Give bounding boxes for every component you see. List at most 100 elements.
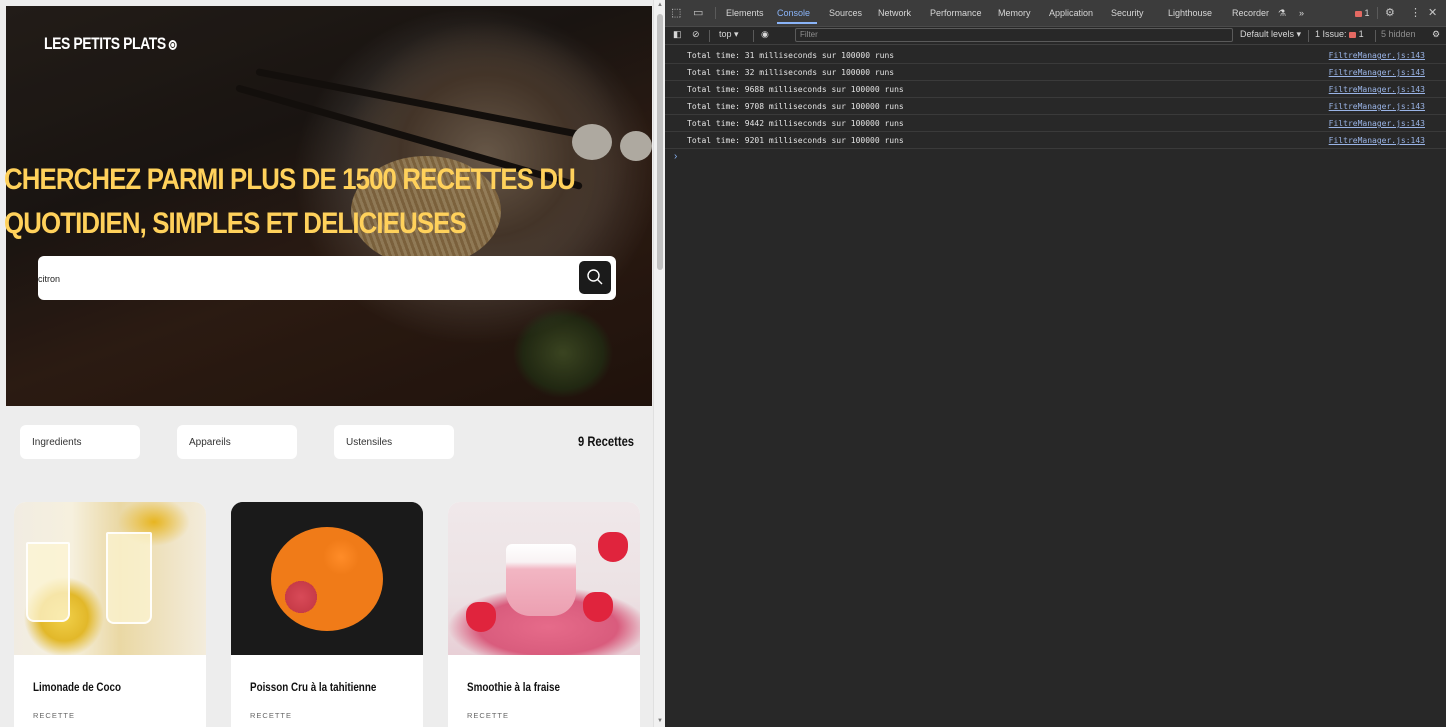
divider [753, 30, 754, 42]
context-selector[interactable]: top ▾ [719, 29, 739, 40]
devtools-panel: ⬚ ▭ Elements Console Sources Network Per… [665, 0, 1446, 727]
issues-label: 1 Issue: [1315, 29, 1347, 39]
source-link[interactable]: FiltreManager.js:143 [1329, 85, 1425, 94]
source-link[interactable]: FiltreManager.js:143 [1329, 102, 1425, 111]
more-tabs-button[interactable]: » [1299, 8, 1304, 18]
divider [1308, 30, 1309, 42]
error-counter[interactable]: 1 [1355, 8, 1370, 18]
divider [1377, 7, 1378, 19]
logo-mark-icon [169, 39, 178, 50]
console-message: Total time: 32 milliseconds sur 100000 r… [665, 64, 1446, 81]
device-toolbar-icon[interactable]: ▭ [693, 6, 703, 19]
console-log: Total time: 31 milliseconds sur 100000 r… [665, 47, 1446, 149]
source-link[interactable]: FiltreManager.js:143 [1329, 136, 1425, 145]
filter-appareils[interactable]: Appareils [177, 425, 297, 459]
recipe-image [448, 502, 640, 655]
hero-headline: CHERCHEZ PARMI PLUS DE 1500 RECETTES DU … [4, 163, 576, 240]
tab-security[interactable]: Security [1111, 8, 1144, 18]
clear-console-icon[interactable]: ⊘ [692, 29, 700, 40]
error-icon [1355, 10, 1362, 17]
inspect-element-icon[interactable]: ⬚ [671, 6, 681, 19]
source-link[interactable]: FiltreManager.js:143 [1329, 51, 1425, 60]
scroll-up-icon[interactable]: ▲ [657, 2, 663, 8]
filter-ustensiles[interactable]: Ustensiles [334, 425, 454, 459]
console-message: Total time: 9201 milliseconds sur 100000… [665, 132, 1446, 149]
strawberry-image [583, 592, 613, 622]
recipe-image [14, 502, 206, 655]
console-text: Total time: 31 milliseconds sur 100000 r… [687, 51, 895, 60]
console-settings-icon[interactable]: ⚙ [1432, 29, 1440, 40]
smoothie-cup-image [506, 544, 576, 616]
search-input[interactable]: citron [38, 274, 60, 284]
error-count: 1 [1364, 8, 1370, 18]
site-logo[interactable]: LES PETITS PLATS [44, 34, 178, 54]
console-text: Total time: 32 milliseconds sur 100000 r… [687, 68, 895, 77]
log-levels-dropdown[interactable]: Default levels ▾ [1240, 29, 1301, 40]
hidden-messages-count: 5 hidden [1381, 29, 1416, 39]
console-message: Total time: 31 milliseconds sur 100000 r… [665, 47, 1446, 64]
source-link[interactable]: FiltreManager.js:143 [1329, 68, 1425, 77]
search-bar: citron [38, 256, 616, 300]
console-message: Total time: 9708 milliseconds sur 100000… [665, 98, 1446, 115]
issues-count: 1 [1358, 29, 1364, 39]
recipe-label: RECETTE [467, 711, 510, 720]
settings-gear-icon[interactable]: ⚙ [1385, 6, 1395, 19]
strawberry-image [598, 532, 628, 562]
tab-recorder[interactable]: Recorder [1232, 8, 1269, 18]
tab-performance[interactable]: Performance [930, 8, 982, 18]
issues-button[interactable]: 1 Issue: 1 [1315, 29, 1364, 39]
strawberry-image [466, 602, 496, 632]
console-message: Total time: 9688 milliseconds sur 100000… [665, 81, 1446, 98]
recipe-count: 9 Recettes [578, 433, 635, 449]
console-prompt[interactable]: › [674, 151, 677, 162]
live-expression-eye-icon[interactable]: ◉ [761, 29, 769, 40]
tab-elements[interactable]: Elements [726, 8, 764, 18]
divider [715, 7, 716, 19]
close-icon[interactable]: ✕ [1428, 6, 1437, 19]
glass-image [26, 542, 70, 622]
tab-lighthouse[interactable]: Lighthouse [1168, 8, 1212, 18]
console-text: Total time: 9201 milliseconds sur 100000… [687, 136, 904, 145]
console-message: Total time: 9442 milliseconds sur 100000… [665, 115, 1446, 132]
console-toolbar: ◧ ⊘ top ▾ ◉ Filter Default levels ▾ 1 Is… [665, 27, 1446, 45]
logo-text: LES PETITS PLATS [44, 34, 166, 53]
recorder-flask-icon: ⚗ [1278, 8, 1287, 18]
recipe-label: RECETTE [33, 711, 76, 720]
recipe-label: RECETTE [250, 711, 293, 720]
recipe-card[interactable]: Limonade de Coco RECETTE [14, 502, 206, 727]
source-link[interactable]: FiltreManager.js:143 [1329, 119, 1425, 128]
more-options-icon[interactable]: ⋮ [1410, 6, 1421, 19]
console-text: Total time: 9688 milliseconds sur 100000… [687, 85, 904, 94]
scroll-down-icon[interactable]: ▼ [657, 718, 663, 724]
tab-memory[interactable]: Memory [998, 8, 1031, 18]
recipe-title: Smoothie à la fraise [467, 680, 560, 694]
filter-ingredients[interactable]: Ingredients [20, 425, 140, 459]
recipe-card[interactable]: Smoothie à la fraise RECETTE [448, 502, 640, 727]
search-button[interactable] [579, 261, 611, 294]
tab-application[interactable]: Application [1049, 8, 1093, 18]
context-label: top [719, 29, 732, 39]
log-levels-label: Default levels [1240, 29, 1295, 39]
recipe-card[interactable]: Poisson Cru à la tahitienne RECETTE [231, 502, 423, 727]
devtools-tabbar: ⬚ ▭ Elements Console Sources Network Per… [665, 0, 1446, 27]
sidebar-toggle-icon[interactable]: ◧ [673, 29, 682, 40]
console-text: Total time: 9442 milliseconds sur 100000… [687, 119, 904, 128]
search-icon [587, 269, 603, 285]
tab-network[interactable]: Network [878, 8, 911, 18]
active-tab-indicator [777, 22, 817, 24]
filter-input[interactable]: Filter [795, 28, 1233, 42]
page-scrollbar[interactable]: ▲ ▼ [653, 0, 665, 727]
divider [1375, 30, 1376, 42]
scrollbar-thumb[interactable] [657, 14, 663, 270]
glass-image [106, 532, 152, 624]
tab-sources[interactable]: Sources [829, 8, 862, 18]
issue-icon [1349, 31, 1357, 38]
divider [709, 30, 710, 42]
tab-console[interactable]: Console [777, 8, 810, 18]
poke-bowl-image [271, 527, 383, 631]
web-page: LES PETITS PLATS CHERCHEZ PARMI PLUS DE … [0, 0, 653, 727]
console-text: Total time: 9708 milliseconds sur 100000… [687, 102, 904, 111]
recipe-title: Poisson Cru à la tahitienne [250, 680, 377, 694]
recipe-image [231, 502, 423, 655]
recipe-title: Limonade de Coco [33, 680, 122, 694]
